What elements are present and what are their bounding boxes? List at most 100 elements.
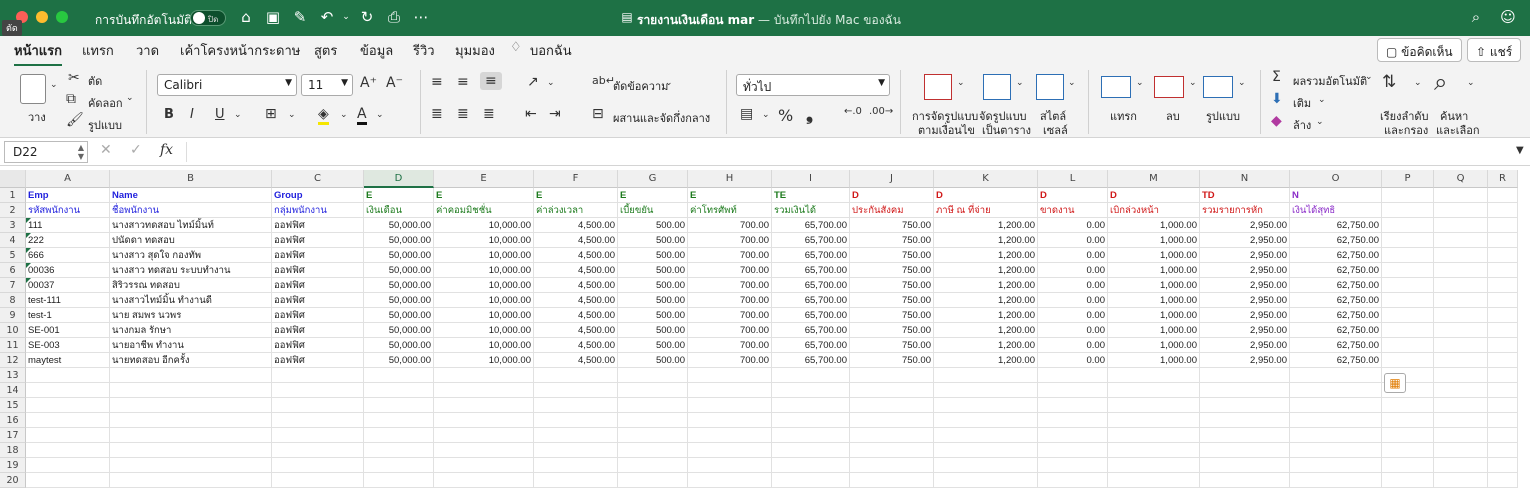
empty-cell[interactable] <box>1290 398 1382 413</box>
empty-cell[interactable] <box>1200 368 1290 383</box>
empty-cell[interactable] <box>688 368 772 383</box>
amount-cell[interactable]: 0.00 <box>1038 353 1108 368</box>
header-code-cell[interactable]: D <box>934 188 1038 203</box>
amount-cell[interactable]: 1,000.00 <box>1108 278 1200 293</box>
wrap-text-menu-chevron-icon[interactable]: ⌄ <box>665 78 673 88</box>
empty-cell[interactable] <box>26 428 110 443</box>
amount-cell[interactable]: 750.00 <box>850 323 934 338</box>
empty-cell[interactable] <box>1434 218 1488 233</box>
empty-cell[interactable] <box>772 473 850 488</box>
empty-cell[interactable] <box>1488 473 1518 488</box>
empty-cell[interactable] <box>1382 458 1434 473</box>
empty-cell[interactable] <box>934 458 1038 473</box>
amount-cell[interactable]: 500.00 <box>618 353 688 368</box>
expand-formula-bar-icon[interactable]: ▼ <box>1516 145 1524 156</box>
increase-indent-icon[interactable]: ⇥ <box>549 106 561 122</box>
amount-cell[interactable]: 65,700.00 <box>772 338 850 353</box>
header-label-cell[interactable]: เบี้ยขยัน <box>618 203 688 218</box>
empty-cell[interactable] <box>364 458 434 473</box>
empty-cell[interactable] <box>434 428 534 443</box>
format-cells-icon[interactable] <box>1203 76 1233 98</box>
empty-cell[interactable] <box>1200 383 1290 398</box>
amount-cell[interactable]: 65,700.00 <box>772 323 850 338</box>
accounting-format-icon[interactable]: ▤ <box>740 106 753 122</box>
amount-cell[interactable]: 1,200.00 <box>934 218 1038 233</box>
amount-cell[interactable]: 500.00 <box>618 218 688 233</box>
worksheet-grid[interactable]: A B C D E F G H I J K L M N O P Q R 1 Emp Name Group E E E E E TE D D… <box>0 170 1530 491</box>
empty-cell[interactable] <box>1382 263 1434 278</box>
tab-page-layout[interactable]: เค้าโครงหน้ากระดาษ <box>180 40 300 61</box>
clear-label[interactable]: ล้าง <box>1293 116 1311 134</box>
column-header-M[interactable]: M <box>1108 170 1200 188</box>
save-location[interactable]: — บันทึกไปยัง Mac ของฉัน <box>758 11 901 30</box>
employee-id-cell[interactable]: SE-001 <box>26 323 110 338</box>
autosum-icon[interactable]: Σ <box>1272 69 1281 85</box>
amount-cell[interactable]: 500.00 <box>618 308 688 323</box>
empty-cell[interactable] <box>1200 413 1290 428</box>
empty-cell[interactable] <box>272 458 364 473</box>
header-code-cell[interactable]: D <box>1108 188 1200 203</box>
empty-cell[interactable] <box>272 413 364 428</box>
employee-name-cell[interactable]: สิริวรรณ ทดสอบ <box>110 278 272 293</box>
empty-cell[interactable] <box>772 443 850 458</box>
empty-cell[interactable] <box>26 443 110 458</box>
amount-cell[interactable]: 65,700.00 <box>772 278 850 293</box>
employee-id-cell[interactable]: 111 <box>26 218 110 233</box>
amount-cell[interactable]: 0.00 <box>1038 263 1108 278</box>
amount-cell[interactable]: 2,950.00 <box>1200 233 1290 248</box>
insert-function-button[interactable]: fx <box>160 142 173 158</box>
empty-cell[interactable] <box>1488 278 1518 293</box>
amount-cell[interactable]: 65,700.00 <box>772 353 850 368</box>
amount-cell[interactable]: 0.00 <box>1038 338 1108 353</box>
empty-cell[interactable] <box>110 428 272 443</box>
header-code-cell[interactable]: Group <box>272 188 364 203</box>
amount-cell[interactable]: 10,000.00 <box>434 233 534 248</box>
autosave-toggle[interactable]: ปิด <box>190 10 226 26</box>
amount-cell[interactable]: 10,000.00 <box>434 308 534 323</box>
amount-cell[interactable]: 2,950.00 <box>1200 353 1290 368</box>
header-label-cell[interactable]: ค่าโทรศัพท์ <box>688 203 772 218</box>
empty-cell[interactable] <box>1488 383 1518 398</box>
borders-menu-chevron-icon[interactable]: ⌄ <box>288 110 296 120</box>
empty-cell[interactable] <box>850 443 934 458</box>
amount-cell[interactable]: 700.00 <box>688 293 772 308</box>
employee-id-cell[interactable]: maytest <box>26 353 110 368</box>
column-header-K[interactable]: K <box>934 170 1038 188</box>
amount-cell[interactable]: 4,500.00 <box>534 278 618 293</box>
tab-review[interactable]: รีวิว <box>413 40 435 61</box>
decrease-decimal-icon[interactable]: .00→ <box>869 106 893 117</box>
row-header-13[interactable]: 13 <box>0 368 26 383</box>
zoom-window-button[interactable] <box>56 11 68 23</box>
header-code-cell[interactable]: E <box>434 188 534 203</box>
percent-button[interactable]: % <box>778 106 793 125</box>
amount-cell[interactable]: 500.00 <box>618 293 688 308</box>
comments-button[interactable]: ▢ ข้อคิดเห็น <box>1377 38 1462 62</box>
empty-cell[interactable] <box>1382 323 1434 338</box>
employee-name-cell[interactable]: นายทดสอบ อีกครั้ง <box>110 353 272 368</box>
conditional-format-label-2[interactable]: ตามเงื่อนไข <box>918 121 975 139</box>
edit-icon[interactable]: ✎ <box>290 8 310 26</box>
orientation-icon[interactable]: ↗ <box>527 74 539 90</box>
merge-center-label[interactable]: ผสานและจัดกึ่งกลาง <box>613 109 710 127</box>
empty-cell[interactable] <box>272 383 364 398</box>
empty-cell[interactable] <box>1488 293 1518 308</box>
paste-label[interactable]: วาง <box>28 108 46 126</box>
font-size-select[interactable]: 11 ▼ <box>301 74 353 96</box>
amount-cell[interactable]: 700.00 <box>688 353 772 368</box>
amount-cell[interactable]: 50,000.00 <box>364 308 434 323</box>
row-header-14[interactable]: 14 <box>0 383 26 398</box>
empty-cell[interactable] <box>434 458 534 473</box>
amount-cell[interactable]: 62,750.00 <box>1290 278 1382 293</box>
empty-cell[interactable] <box>1382 338 1434 353</box>
amount-cell[interactable]: 0.00 <box>1038 233 1108 248</box>
amount-cell[interactable]: 4,500.00 <box>534 308 618 323</box>
format-cells-chevron-icon[interactable]: ⌄ <box>1238 78 1246 88</box>
find-chevron-icon[interactable]: ⌄ <box>1467 78 1475 88</box>
empty-cell[interactable] <box>1382 248 1434 263</box>
empty-cell[interactable] <box>1108 443 1200 458</box>
row-header-9[interactable]: 9 <box>0 308 26 323</box>
undo-menu-chevron-icon[interactable]: ⌄ <box>336 12 356 22</box>
tab-insert[interactable]: แทรก <box>82 40 114 61</box>
row-header-4[interactable]: 4 <box>0 233 26 248</box>
print-icon[interactable]: ⎙ <box>384 8 404 26</box>
